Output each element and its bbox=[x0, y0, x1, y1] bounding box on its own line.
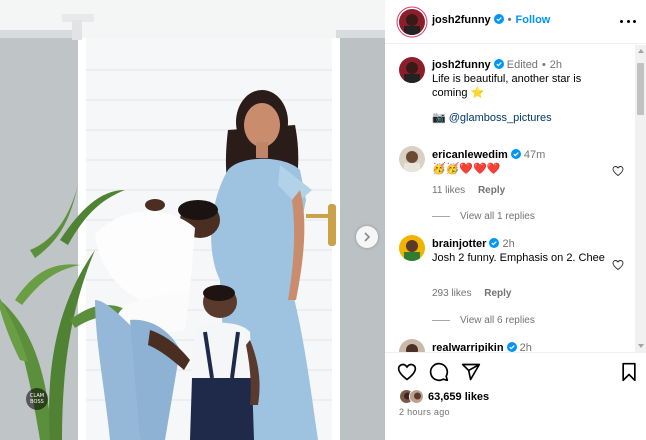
comment-time: 2h bbox=[519, 342, 532, 352]
comment-likes[interactable]: 293 likes bbox=[432, 288, 471, 299]
likes-count[interactable]: 63,659 likes bbox=[428, 391, 489, 403]
photographer-mention[interactable]: @glamboss_pictures bbox=[449, 112, 552, 124]
photographer-watermark: CLAM BOSS bbox=[26, 388, 48, 410]
commenter-avatar[interactable] bbox=[399, 235, 425, 261]
scroll-up-arrow[interactable] bbox=[638, 49, 644, 53]
author-line: josh2funny • Follow bbox=[432, 14, 550, 26]
view-replies-button[interactable]: View all 1 replies bbox=[432, 211, 535, 222]
reply-button[interactable]: Reply bbox=[484, 288, 511, 299]
verified-badge-icon bbox=[493, 59, 504, 69]
comment: realwarripikin 2h bbox=[432, 341, 617, 352]
heart-icon[interactable] bbox=[612, 259, 624, 271]
caption-author-avatar[interactable] bbox=[399, 57, 425, 83]
commenter-avatar[interactable] bbox=[399, 146, 425, 172]
caption: josh2funny Edited • 2h Life is beautiful, … bbox=[432, 58, 617, 125]
verified-badge-icon bbox=[493, 14, 504, 24]
edited-label: Edited bbox=[506, 59, 538, 71]
comment-text: 🥳🥳❤️❤️❤️ bbox=[432, 163, 501, 175]
caption-text: Life is beautiful, another star is comin… bbox=[432, 73, 582, 99]
comments-scrollbar[interactable] bbox=[635, 45, 646, 352]
author-avatar[interactable] bbox=[399, 9, 425, 35]
post-header: josh2funny • Follow bbox=[385, 0, 646, 44]
comment-time: 47m bbox=[523, 149, 546, 161]
liker-avatar bbox=[409, 389, 424, 404]
next-photo-button[interactable] bbox=[356, 226, 378, 248]
comment-meta: 293 likes Reply bbox=[432, 288, 521, 299]
comments-section[interactable]: josh2funny Edited • 2h Life is beautiful, … bbox=[385, 45, 646, 352]
comment-icon[interactable] bbox=[429, 362, 449, 382]
chevron-right-icon bbox=[364, 232, 371, 242]
comment-time: 2h bbox=[502, 238, 515, 250]
comment-username[interactable]: brainjotter bbox=[432, 238, 486, 250]
avatar-image bbox=[399, 339, 425, 352]
view-replies-label: View all 6 replies bbox=[460, 315, 535, 326]
camera-icon: 📷 bbox=[432, 112, 446, 124]
like-icon[interactable] bbox=[397, 362, 417, 382]
divider-line bbox=[432, 216, 450, 217]
verified-badge-icon bbox=[510, 149, 521, 159]
heart-icon[interactable] bbox=[612, 165, 624, 177]
post-details-panel: josh2funny • Follow josh2funny Edited • 2h L… bbox=[385, 0, 646, 440]
avatar-image bbox=[399, 9, 425, 35]
reply-button[interactable]: Reply bbox=[478, 185, 505, 196]
avatar-image bbox=[399, 235, 425, 261]
verified-badge-icon bbox=[489, 238, 500, 248]
divider-line bbox=[432, 320, 450, 321]
avatar-image bbox=[399, 57, 425, 83]
more-options-icon[interactable] bbox=[620, 14, 636, 28]
post-timestamp: 2 hours ago bbox=[399, 407, 450, 417]
comment: ericanlewedim 47m 🥳🥳❤️❤️❤️ bbox=[432, 148, 617, 176]
caption-time: 2h bbox=[549, 59, 563, 71]
caption-username[interactable]: josh2funny bbox=[432, 59, 491, 71]
comment-username[interactable]: realwarripikin bbox=[432, 342, 504, 352]
likes-summary[interactable]: 63,659 likes bbox=[399, 389, 489, 404]
comment-likes[interactable]: 11 likes bbox=[432, 185, 465, 196]
scrollbar-thumb[interactable] bbox=[637, 63, 644, 115]
follow-button[interactable]: Follow bbox=[516, 14, 551, 26]
avatar-image bbox=[399, 146, 425, 172]
comment: brainjotter 2h Josh 2 funny. Emphasis on… bbox=[432, 237, 617, 265]
separator-dot: • bbox=[541, 59, 546, 71]
share-icon[interactable] bbox=[461, 362, 481, 382]
separator-dot: • bbox=[507, 14, 512, 26]
view-replies-label: View all 1 replies bbox=[460, 211, 535, 222]
comment-meta: 11 likes Reply bbox=[432, 185, 515, 196]
comment-username[interactable]: ericanlewedim bbox=[432, 149, 508, 161]
verified-badge-icon bbox=[506, 342, 517, 352]
photo-illustration bbox=[0, 0, 385, 440]
comment-text: Josh 2 funny. Emphasis on 2. Chee bbox=[432, 252, 605, 264]
bookmark-icon[interactable] bbox=[619, 362, 639, 382]
post-photo[interactable]: CLAM BOSS bbox=[0, 0, 385, 440]
scroll-down-arrow[interactable] bbox=[638, 344, 644, 348]
view-replies-button[interactable]: View all 6 replies bbox=[432, 315, 535, 326]
author-username[interactable]: josh2funny bbox=[432, 14, 491, 26]
commenter-avatar[interactable] bbox=[399, 339, 425, 352]
post-actions: 63,659 likes 2 hours ago bbox=[385, 352, 646, 440]
